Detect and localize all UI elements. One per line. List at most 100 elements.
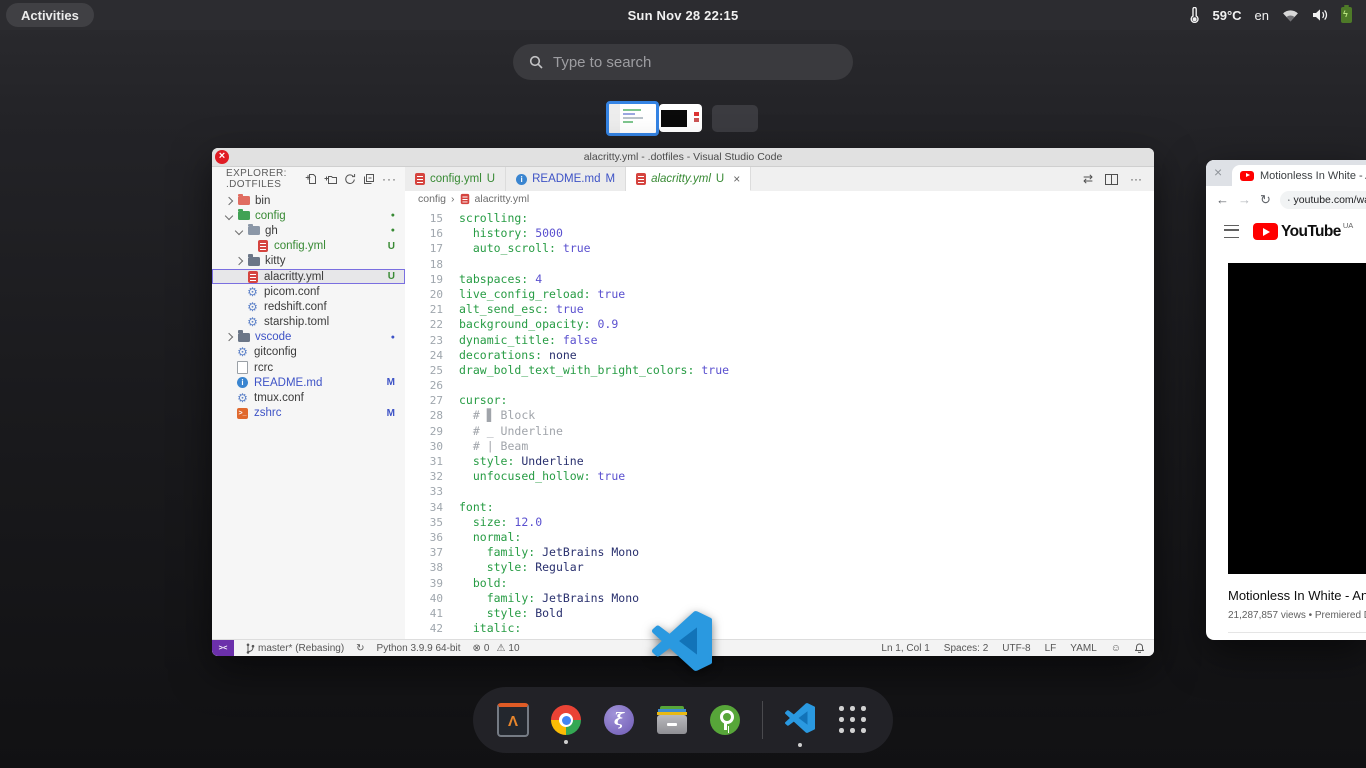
youtube-logo[interactable]: YouTube UA [1253,221,1353,241]
indentation[interactable]: Spaces: 2 [944,643,988,654]
sync-icon[interactable]: ↻ [356,643,364,654]
code-line[interactable]: 16 history: 5000 [405,226,1154,241]
code-line[interactable]: 18 [405,257,1154,272]
code-line[interactable]: 41 style: Bold [405,606,1154,621]
code-line[interactable]: 19tabspaces: 4 [405,272,1154,287]
tree-item-redshift-conf[interactable]: ⚙redshift.conf [212,299,405,314]
code-line[interactable]: 23dynamic_title: false [405,333,1154,348]
breadcrumb-file[interactable]: alacritty.yml [475,193,530,205]
code-line[interactable]: 31 style: Underline [405,454,1154,469]
browser-tab[interactable]: Motionless In White - A [1232,165,1366,186]
workspace-thumbnail-2[interactable] [659,104,702,132]
breadcrumb-folder[interactable]: config [418,193,446,205]
refresh-icon[interactable] [344,173,356,185]
git-branch-status[interactable]: master* (Rebasing) [246,643,344,654]
code-line[interactable]: 40 family: JetBrains Mono [405,591,1154,606]
code-line[interactable]: 30 # | Beam [405,439,1154,454]
code-line[interactable]: 27cursor: [405,393,1154,408]
workspace-thumbnail-empty[interactable] [712,105,758,132]
tree-item-tmux-conf[interactable]: ⚙tmux.conf [212,390,405,405]
breadcrumb[interactable]: config › alacritty.yml [405,191,1154,207]
vscode-window[interactable]: alacritty.yml - .dotfiles - Visual Studi… [212,148,1154,656]
video-player[interactable] [1228,263,1366,574]
window-close-button[interactable]: × [1214,165,1222,179]
dock-item-passwords[interactable] [709,705,741,735]
tree-item-zshrc[interactable]: >_zshrcM [212,406,405,421]
clock[interactable]: Sun Nov 28 22:15 [0,8,1366,23]
dock-item-app-grid[interactable] [837,706,869,734]
tree-item-picom-conf[interactable]: ⚙picom.conf [212,284,405,299]
code-line[interactable]: 36 normal: [405,530,1154,545]
forward-button[interactable]: → [1238,192,1251,207]
code-line[interactable]: 34font: [405,500,1154,515]
code-line[interactable]: 25draw_bold_text_with_bright_colors: tru… [405,363,1154,378]
code-line[interactable]: 26 [405,378,1154,393]
code-line[interactable]: 24decorations: none [405,348,1154,363]
problems-status[interactable]: ⊗0 ⚠10 [473,643,520,654]
code-line[interactable]: 29 # _ Underline [405,424,1154,439]
code-line[interactable]: 39 bold: [405,576,1154,591]
dock-item-vscode[interactable] [784,703,816,738]
language-mode[interactable]: YAML [1070,643,1097,654]
window-close-button[interactable]: × [215,150,229,164]
cursor-position[interactable]: Ln 1, Col 1 [881,643,929,654]
code-line[interactable]: 35 size: 12.0 [405,515,1154,530]
tree-item-alacritty-yml[interactable]: alacritty.ymlU [212,269,405,284]
code-line[interactable]: 17 auto_scroll: true [405,241,1154,256]
tree-item-rcrc[interactable]: rcrc [212,360,405,375]
python-interpreter[interactable]: Python 3.9.9 64-bit [377,643,461,654]
editor-more-actions-icon[interactable]: ··· [1130,172,1142,186]
code-line[interactable]: 22background_opacity: 0.9 [405,317,1154,332]
code-line[interactable]: 15scrolling: [405,211,1154,226]
tree-item-vscode[interactable]: vscode● [212,330,405,345]
vscode-titlebar[interactable]: alacritty.yml - .dotfiles - Visual Studi… [212,148,1154,167]
notifications-bell-icon[interactable] [1135,643,1144,653]
dock-item-alacritty[interactable]: Λ [497,703,529,737]
dock-item-chrome[interactable] [550,705,582,735]
code-line[interactable]: 37 family: JetBrains Mono [405,545,1154,560]
dock-item-files[interactable] [656,706,688,734]
tab-alacritty-yml[interactable]: alacritty.ymlU× [626,167,751,191]
menu-icon[interactable] [1224,225,1239,238]
code-editor[interactable]: 15scrolling:16 history: 500017 auto_scro… [405,207,1154,640]
new-folder-icon[interactable] [324,173,337,185]
reload-button[interactable]: ↻ [1260,192,1271,208]
tree-item-label: picom.conf [264,286,320,298]
tree-item-bin[interactable]: bin [212,193,405,208]
open-changes-icon[interactable]: ⇄ [1083,172,1093,186]
encoding[interactable]: UTF-8 [1002,643,1030,654]
code-line[interactable]: 42 italic: [405,621,1154,636]
tree-item-readme-md[interactable]: iREADME.mdM [212,375,405,390]
search-input[interactable]: Type to search [513,44,853,80]
tree-item-config-yml[interactable]: config.ymlU [212,239,405,254]
tree-item-starship-toml[interactable]: ⚙starship.toml [212,315,405,330]
tab-config-yml[interactable]: config.ymlU [405,167,506,191]
code-line[interactable]: 20live_config_reload: true [405,287,1154,302]
tree-item-config[interactable]: config● [212,208,405,223]
vscode-app-icon[interactable] [652,611,712,671]
feedback-icon[interactable]: ☺ [1111,643,1121,654]
tree-item-kitty[interactable]: kitty [212,254,405,269]
tree-item-gh[interactable]: gh● [212,223,405,238]
system-status-area[interactable]: 59°C en ϟ [1189,0,1352,30]
dock-item-emacs[interactable]: ξ [603,705,635,735]
code-line[interactable]: 28 # ▋ Block [405,408,1154,423]
code-line[interactable]: 33 [405,484,1154,499]
tab-readme-md[interactable]: iREADME.mdM [506,167,626,191]
tree-item-gitconfig[interactable]: ⚙gitconfig [212,345,405,360]
code-line[interactable]: 32 unfocused_hollow: true [405,469,1154,484]
code-line[interactable]: 38 style: Regular [405,560,1154,575]
split-editor-icon[interactable] [1105,174,1118,185]
address-bar[interactable]: youtube.com/wa [1280,191,1366,209]
eol-sequence[interactable]: LF [1045,643,1057,654]
code-line-text: font: [443,500,494,515]
chrome-window[interactable]: × Motionless In White - A ← → ↻ youtube.… [1206,160,1366,640]
new-file-icon[interactable] [305,173,317,185]
remote-indicator[interactable]: >< [212,640,234,656]
back-button[interactable]: ← [1216,192,1229,207]
code-line[interactable]: 21alt_send_esc: true [405,302,1154,317]
collapse-all-icon[interactable] [363,173,375,185]
tab-close-icon[interactable]: × [733,172,740,186]
workspace-thumbnail-active[interactable] [606,101,659,136]
more-actions-icon[interactable]: ··· [382,175,397,183]
